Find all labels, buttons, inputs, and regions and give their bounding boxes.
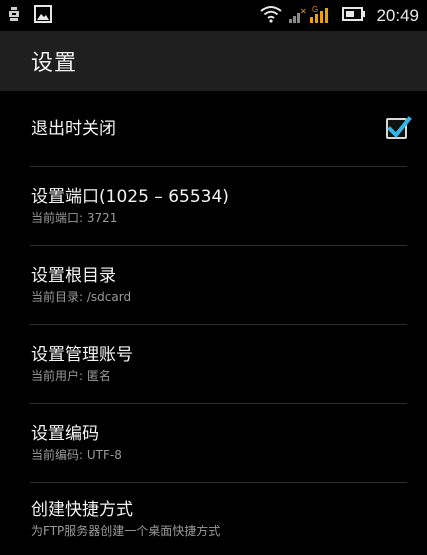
action-bar: 设置 bbox=[0, 31, 427, 91]
image-notification-icon bbox=[34, 4, 52, 27]
pref-set-encoding[interactable]: 设置编码 当前编码: UTF-8 bbox=[0, 404, 427, 482]
pref-title: 设置根目录 bbox=[31, 266, 116, 286]
network-type-label: G bbox=[312, 5, 318, 14]
settings-list: 退出时关闭 设置端口(1025 – 65534) 当前端口: 3721 设置根目… bbox=[0, 91, 427, 555]
signal-icon: ✕ G bbox=[288, 4, 336, 28]
pref-exit-on-close[interactable]: 退出时关闭 bbox=[0, 91, 427, 166]
pref-text: 设置管理账号 当前用户: 匿名 bbox=[31, 344, 409, 384]
pref-set-admin-account[interactable]: 设置管理账号 当前用户: 匿名 bbox=[0, 325, 427, 403]
pref-summary: 当前编码: UTF-8 bbox=[31, 448, 122, 462]
usb-debug-icon bbox=[8, 6, 20, 25]
pref-create-shortcut[interactable]: 创建快捷方式 为FTP服务器创建一个桌面快捷方式 bbox=[0, 483, 427, 555]
pref-summary: 为FTP服务器创建一个桌面快捷方式 bbox=[31, 524, 221, 538]
pref-title: 退出时关闭 bbox=[31, 118, 116, 139]
pref-summary: 当前目录: /sdcard bbox=[31, 290, 132, 304]
pref-summary: 当前端口: 3721 bbox=[31, 211, 118, 225]
pref-text: 退出时关闭 bbox=[31, 118, 386, 140]
page-title: 设置 bbox=[31, 51, 78, 76]
battery-icon bbox=[342, 6, 366, 26]
pref-set-root-dir[interactable]: 设置根目录 当前目录: /sdcard bbox=[0, 246, 427, 324]
pref-set-port[interactable]: 设置端口(1025 – 65534) 当前端口: 3721 bbox=[0, 167, 427, 245]
pref-title: 设置端口(1025 – 65534) bbox=[31, 187, 229, 207]
checkmark-icon bbox=[387, 116, 412, 138]
pref-text: 设置编码 当前编码: UTF-8 bbox=[31, 423, 409, 463]
clock: 20:49 bbox=[376, 5, 419, 25]
status-bar: ✕ G 20:49 bbox=[0, 0, 427, 31]
pref-text: 设置根目录 当前目录: /sdcard bbox=[31, 265, 409, 305]
wifi-icon bbox=[260, 5, 283, 27]
pref-title: 设置编码 bbox=[31, 424, 99, 444]
pref-text: 创建快捷方式 为FTP服务器创建一个桌面快捷方式 bbox=[31, 499, 409, 539]
pref-text: 设置端口(1025 – 65534) 当前端口: 3721 bbox=[31, 186, 409, 226]
exit-on-close-checkbox[interactable] bbox=[386, 116, 412, 139]
pref-summary: 当前用户: 匿名 bbox=[31, 369, 111, 383]
svg-text:✕: ✕ bbox=[300, 7, 307, 16]
pref-title: 设置管理账号 bbox=[31, 345, 133, 365]
pref-title: 创建快捷方式 bbox=[31, 500, 133, 520]
